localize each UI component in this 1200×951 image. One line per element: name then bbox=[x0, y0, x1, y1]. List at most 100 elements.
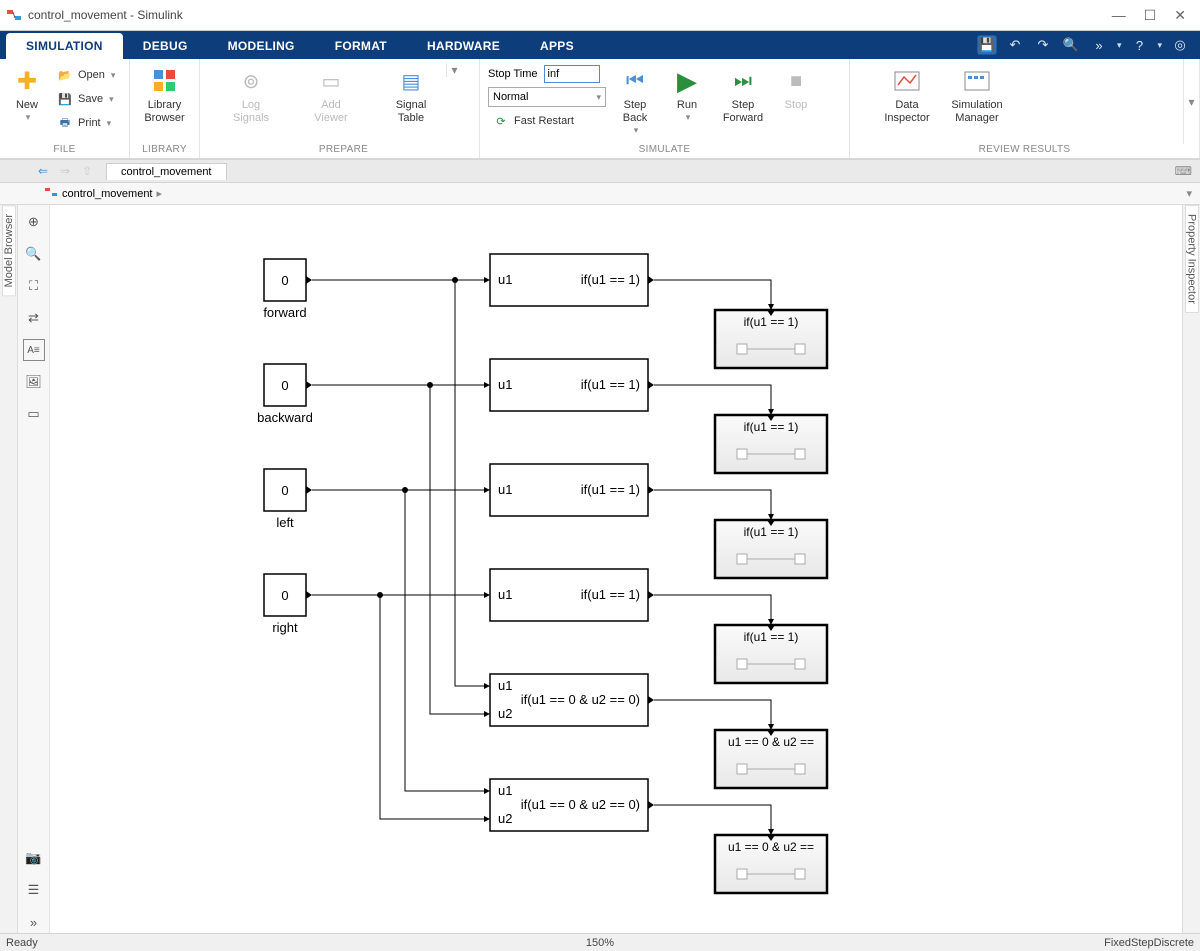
svg-text:if(u1 == 1): if(u1 == 1) bbox=[581, 482, 640, 497]
ribbon: ✚ New ▾ 📂Open▾ 💾Save▾ 🖶Print▾ FILE Libra… bbox=[0, 59, 1200, 159]
library-icon bbox=[151, 67, 179, 95]
tab-format[interactable]: FORMAT bbox=[315, 33, 407, 59]
add-viewer-button[interactable]: ▭Add Viewer bbox=[302, 63, 360, 125]
svg-text:u1 == 0 & u2 ==: u1 == 0 & u2 == bbox=[728, 735, 814, 749]
svg-text:forward: forward bbox=[263, 305, 306, 320]
svg-text:if(u1 == 1): if(u1 == 1) bbox=[581, 272, 640, 287]
svg-text:if(u1 == 1): if(u1 == 1) bbox=[744, 420, 799, 434]
stop-time-label: Stop Time bbox=[488, 68, 538, 80]
svg-text:u1: u1 bbox=[498, 377, 512, 392]
svg-text:if(u1 == 1): if(u1 == 1) bbox=[581, 587, 640, 602]
svg-text:if(u1 == 0 & u2 == 0): if(u1 == 0 & u2 == 0) bbox=[521, 797, 640, 812]
property-inspector-tab[interactable]: Property Inspector bbox=[1185, 205, 1199, 313]
log-signals-button[interactable]: ⊚Log Signals bbox=[222, 63, 280, 125]
quick-save-icon[interactable]: 💾 bbox=[977, 35, 997, 55]
work-area: Model Browser ⊕ 🔍 ⛶ ⇄ A≡ 🖼 ▭ 📷 ☰ » bbox=[0, 205, 1200, 933]
print-button[interactable]: 🖶Print▾ bbox=[52, 111, 119, 135]
undo-icon[interactable]: ↶ bbox=[1005, 35, 1025, 55]
svg-text:u1 == 0 & u2 ==: u1 == 0 & u2 == bbox=[728, 840, 814, 854]
tab-simulation[interactable]: SIMULATION bbox=[6, 33, 123, 59]
image-icon[interactable]: 🖼 bbox=[23, 371, 45, 393]
sample-time-icon[interactable]: ⇄ bbox=[23, 307, 45, 329]
review-more-button[interactable]: ▾ bbox=[1183, 59, 1199, 144]
data-inspector-button[interactable]: Data Inspector bbox=[878, 63, 936, 125]
help-icon[interactable]: ? bbox=[1129, 35, 1149, 55]
signal-table-button[interactable]: ▤Signal Table bbox=[382, 63, 440, 125]
model-browser-tab[interactable]: Model Browser bbox=[2, 205, 16, 296]
fast-restart-button[interactable]: ⟳Fast Restart bbox=[488, 109, 606, 133]
svg-text:0: 0 bbox=[281, 273, 288, 288]
save-icon: 💾 bbox=[56, 90, 74, 108]
svg-text:u1: u1 bbox=[498, 482, 512, 497]
svg-text:if(u1 == 1): if(u1 == 1) bbox=[744, 525, 799, 539]
stop-button[interactable]: ■Stop bbox=[776, 63, 816, 112]
keyboard-icon[interactable]: ⌨ bbox=[1175, 164, 1200, 178]
simulink-icon bbox=[6, 7, 22, 23]
stop-time-input[interactable] bbox=[544, 65, 600, 83]
close-button[interactable]: ✕ bbox=[1174, 7, 1186, 24]
target-icon[interactable]: ◎ bbox=[1170, 35, 1190, 55]
tab-modeling[interactable]: MODELING bbox=[208, 33, 315, 59]
sim-manager-icon bbox=[963, 67, 991, 95]
screenshot-icon[interactable]: 📷 bbox=[23, 847, 45, 869]
toolstrip-tabs: SIMULATION DEBUG MODELING FORMAT HARDWAR… bbox=[0, 31, 1200, 59]
status-solver[interactable]: FixedStepDiscrete bbox=[1104, 937, 1194, 949]
svg-text:0: 0 bbox=[281, 378, 288, 393]
library-browser-button[interactable]: Library Browser bbox=[138, 63, 191, 125]
nav-back-icon[interactable]: ⇐ bbox=[32, 160, 54, 182]
viewer-icon: ▭ bbox=[317, 67, 345, 95]
search-icon[interactable]: 🔍 bbox=[1061, 35, 1081, 55]
step-forward-icon: ⏭ bbox=[729, 67, 757, 95]
model-icon bbox=[44, 186, 58, 201]
titlebar: control_movement - Simulink — ☐ ✕ bbox=[0, 0, 1200, 31]
fit-icon[interactable]: ⛶ bbox=[23, 275, 45, 297]
save-button[interactable]: 💾Save▾ bbox=[52, 87, 119, 111]
prepare-more-button[interactable]: ▾ bbox=[446, 63, 462, 77]
status-ready: Ready bbox=[6, 937, 38, 949]
tab-apps[interactable]: APPS bbox=[520, 33, 594, 59]
breadcrumb-root[interactable]: control_movement bbox=[62, 188, 153, 200]
expand-icon[interactable]: » bbox=[23, 911, 45, 933]
statusbar: Ready 150% FixedStepDiscrete bbox=[0, 933, 1200, 951]
svg-text:if(u1 == 1): if(u1 == 1) bbox=[581, 377, 640, 392]
print-icon: 🖶 bbox=[56, 114, 74, 132]
svg-text:if(u1 == 0 & u2 == 0): if(u1 == 0 & u2 == 0) bbox=[521, 692, 640, 707]
svg-text:0: 0 bbox=[281, 483, 288, 498]
maximize-button[interactable]: ☐ bbox=[1144, 7, 1157, 24]
chevron-down-icon: ▾ bbox=[24, 112, 31, 123]
step-forward-button[interactable]: ⏭Step Forward bbox=[716, 63, 770, 125]
tab-hardware[interactable]: HARDWARE bbox=[407, 33, 520, 59]
right-dock: Property Inspector bbox=[1182, 205, 1200, 933]
minimize-button[interactable]: — bbox=[1112, 7, 1126, 24]
simulation-manager-button[interactable]: Simulation Manager bbox=[942, 63, 1012, 125]
stop-icon: ■ bbox=[782, 67, 810, 95]
tab-debug[interactable]: DEBUG bbox=[123, 33, 208, 59]
document-tab[interactable]: control_movement bbox=[106, 163, 227, 180]
hide-browser-icon[interactable]: ⊕ bbox=[23, 211, 45, 233]
breadcrumb: control_movement ▸ ▾ bbox=[0, 183, 1200, 205]
canvas-chrome: ⇐ ⇒ ⇧ control_movement ⌨ bbox=[0, 159, 1200, 183]
open-button[interactable]: 📂Open▾ bbox=[52, 63, 119, 87]
table-icon: ▤ bbox=[397, 67, 425, 95]
run-button[interactable]: ▶Run▾ bbox=[664, 63, 710, 123]
wifi-icon: ⊚ bbox=[237, 67, 265, 95]
inspector-icon bbox=[893, 67, 921, 95]
redo-icon[interactable]: ↷ bbox=[1033, 35, 1053, 55]
breadcrumb-dropdown-icon[interactable]: ▾ bbox=[1186, 187, 1200, 200]
annotations-icon[interactable]: A≡ bbox=[23, 339, 45, 361]
model-canvas[interactable]: 0forward0backward0left0rightu1if(u1 == 1… bbox=[50, 205, 1182, 933]
nav-up-icon[interactable]: ⇧ bbox=[76, 160, 98, 182]
status-zoom[interactable]: 150% bbox=[586, 937, 614, 949]
nav-forward-icon[interactable]: ⇒ bbox=[54, 160, 76, 182]
simulation-mode-dropdown[interactable]: Normal▾ bbox=[488, 87, 606, 107]
zoom-icon[interactable]: 🔍 bbox=[23, 243, 45, 265]
fast-restart-icon: ⟳ bbox=[492, 112, 510, 130]
svg-text:if(u1 == 1): if(u1 == 1) bbox=[744, 315, 799, 329]
svg-text:u1: u1 bbox=[498, 587, 512, 602]
more-icon[interactable]: » bbox=[1089, 35, 1109, 55]
step-back-button[interactable]: ⏮Step Back▾ bbox=[612, 63, 658, 136]
explorer-icon[interactable]: ☰ bbox=[23, 879, 45, 901]
new-button[interactable]: ✚ New ▾ bbox=[8, 63, 46, 123]
svg-text:0: 0 bbox=[281, 588, 288, 603]
area-icon[interactable]: ▭ bbox=[23, 403, 45, 425]
